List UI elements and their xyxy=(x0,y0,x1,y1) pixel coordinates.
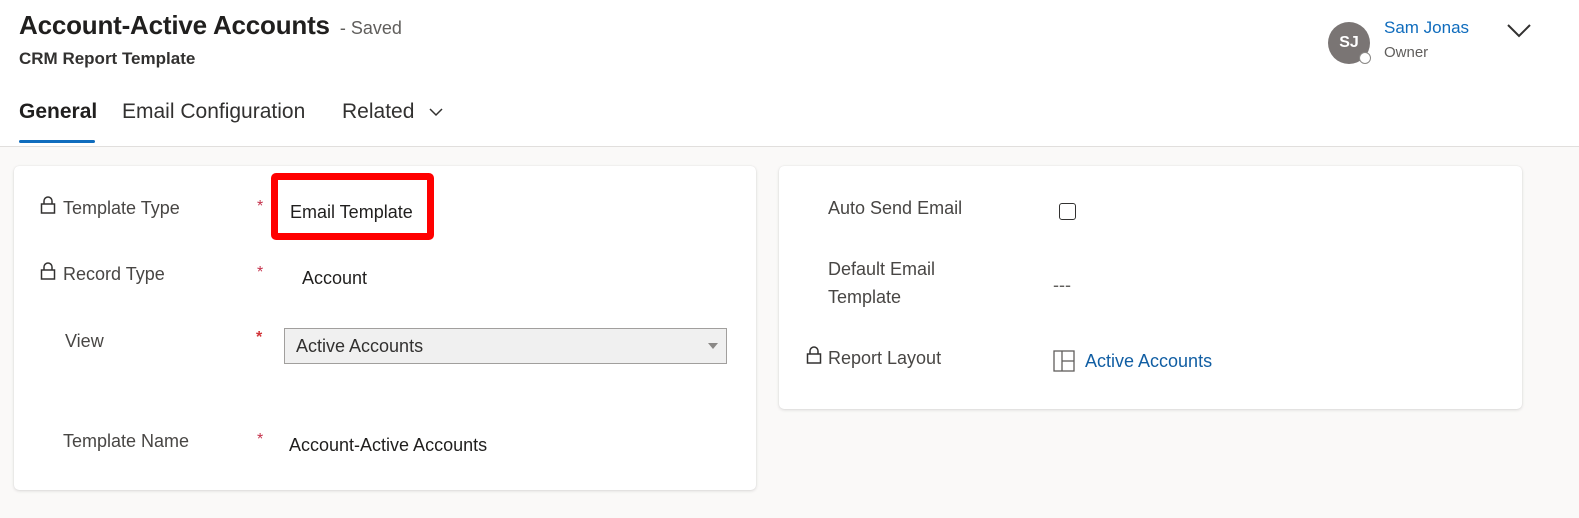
view-label: View xyxy=(65,331,104,351)
tab-email-configuration[interactable]: Email Configuration xyxy=(122,100,305,124)
options-section: Auto Send Email Default Email Template -… xyxy=(779,166,1522,409)
tab-label: Email Configuration xyxy=(122,100,306,123)
required-indicator: * xyxy=(257,264,264,281)
owner-name-link[interactable]: Sam Jonas xyxy=(1384,18,1469,38)
default-email-template-label-line2: Template xyxy=(828,287,902,307)
owner-role: Owner xyxy=(1384,44,1429,61)
tab-label: General xyxy=(19,100,98,123)
template-name-label: Template Name xyxy=(63,431,190,451)
report-layout-link[interactable]: Active Accounts xyxy=(1085,351,1212,372)
record-type-value[interactable]: Account xyxy=(302,268,367,289)
default-email-template-value[interactable]: --- xyxy=(1053,275,1071,296)
required-indicator: * xyxy=(257,431,264,448)
template-type-value[interactable]: Email Template xyxy=(290,202,413,223)
avatar-initials: SJ xyxy=(1339,34,1359,51)
form-header: Account-Active Accounts - Saved CRM Repo… xyxy=(0,0,1579,147)
required-indicator: * xyxy=(256,329,263,346)
entity-name: CRM Report Template xyxy=(19,49,196,68)
report-layout-icon xyxy=(1053,350,1075,372)
template-name-value[interactable]: Account-Active Accounts xyxy=(289,435,487,456)
saved-status: - Saved xyxy=(339,18,402,38)
required-indicator: * xyxy=(257,198,264,215)
tab-related[interactable]: Related xyxy=(342,100,444,124)
auto-send-email-label: Auto Send Email xyxy=(828,198,963,218)
lock-icon xyxy=(40,262,56,280)
active-tab-indicator xyxy=(19,140,95,143)
title-row: Account-Active Accounts - Saved xyxy=(19,10,402,41)
auto-send-email-checkbox[interactable] xyxy=(1059,203,1076,220)
view-select-value: Active Accounts xyxy=(296,336,424,356)
record-title: Account-Active Accounts xyxy=(19,10,330,40)
dropdown-arrow-icon xyxy=(708,343,718,349)
record-type-label: Record Type xyxy=(63,264,165,284)
general-section: Template Type * Email Template Record Ty… xyxy=(14,166,756,490)
tab-general[interactable]: General xyxy=(19,100,97,124)
default-email-template-label-line1: Default Email xyxy=(828,259,936,279)
presence-icon xyxy=(1359,52,1371,64)
template-type-label: Template Type xyxy=(63,198,180,218)
chevron-down-icon xyxy=(429,108,443,117)
report-layout-label: Report Layout xyxy=(828,348,942,368)
lock-icon xyxy=(40,196,56,214)
tab-label: Related xyxy=(342,100,415,123)
chevron-down-icon[interactable] xyxy=(1505,18,1533,42)
view-select[interactable]: Active Accounts xyxy=(284,328,727,364)
lock-icon xyxy=(806,346,822,364)
